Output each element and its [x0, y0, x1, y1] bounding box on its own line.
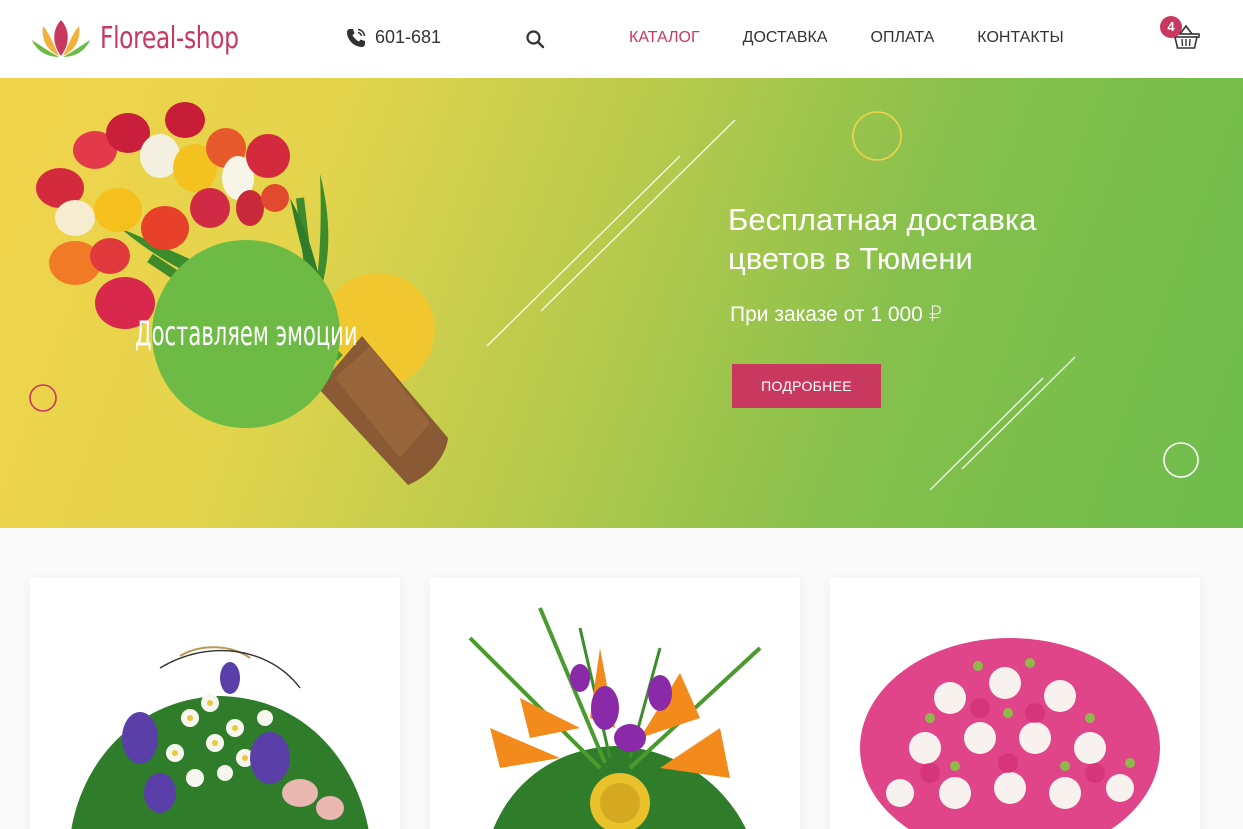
details-button[interactable]: ПОДРОБНЕЕ — [732, 364, 881, 408]
phone-number: 601-681 — [375, 27, 442, 47]
nav-item-catalog[interactable]: КАТАЛОГ — [629, 29, 700, 47]
search-icon[interactable] — [525, 29, 545, 49]
site-header: Floreal-shop 601-681 КАТАЛОГ ДОСТАВКА ОП… — [0, 0, 1243, 78]
hero-banner: Доставляем эмоции Бесплатная доставка цв… — [0, 78, 1243, 528]
phone-contact[interactable]: 601-681 — [346, 27, 441, 48]
product-card[interactable] — [430, 578, 800, 829]
bouquet-roses-image — [860, 638, 1160, 829]
nav-item-contacts[interactable]: КОНТАКТЫ — [977, 29, 1063, 47]
lotus-logo-icon — [32, 20, 90, 57]
cart-button[interactable]: 4 — [1160, 16, 1204, 54]
product-card[interactable] — [830, 578, 1200, 829]
logo-text: Floreal-shop — [100, 20, 239, 56]
bouquet-exotic-image — [468, 607, 762, 829]
cart-count-badge: 4 — [1160, 16, 1182, 38]
nav-item-payment[interactable]: ОПЛАТА — [871, 29, 935, 47]
phone-icon — [347, 28, 366, 47]
hero-badge-text: Доставляем эмоции — [134, 314, 358, 354]
product-card[interactable] — [30, 578, 400, 829]
nav-item-delivery[interactable]: ДОСТАВКА — [743, 29, 828, 47]
hero-badge: Доставляем эмоции — [135, 240, 357, 428]
logo-link[interactable]: Floreal-shop — [30, 14, 278, 62]
product-grid — [0, 528, 1243, 829]
hero-title: Бесплатная доставка цветов в Тюмени — [728, 202, 1037, 276]
bouquet-irises-image — [71, 646, 369, 829]
main-nav: КАТАЛОГ ДОСТАВКА ОПЛАТА КОНТАКТЫ — [629, 29, 1107, 47]
hero-subtitle: При заказе от 1 000 ₽ — [730, 303, 943, 326]
